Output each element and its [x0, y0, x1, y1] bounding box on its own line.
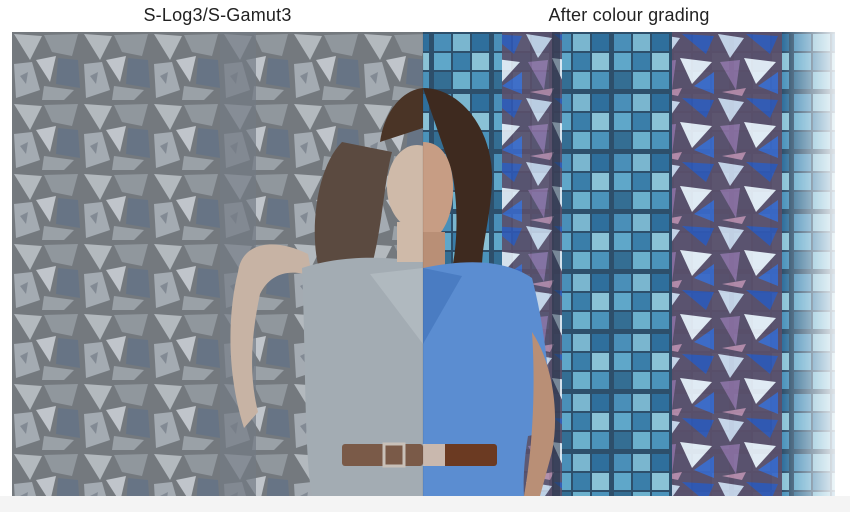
bottom-bar	[0, 496, 850, 512]
label-slog3: S-Log3/S-Gamut3	[143, 4, 292, 25]
comparison-photo	[12, 32, 835, 496]
photo-svg	[12, 32, 835, 496]
label-after-grading: After colour grading	[548, 4, 710, 25]
